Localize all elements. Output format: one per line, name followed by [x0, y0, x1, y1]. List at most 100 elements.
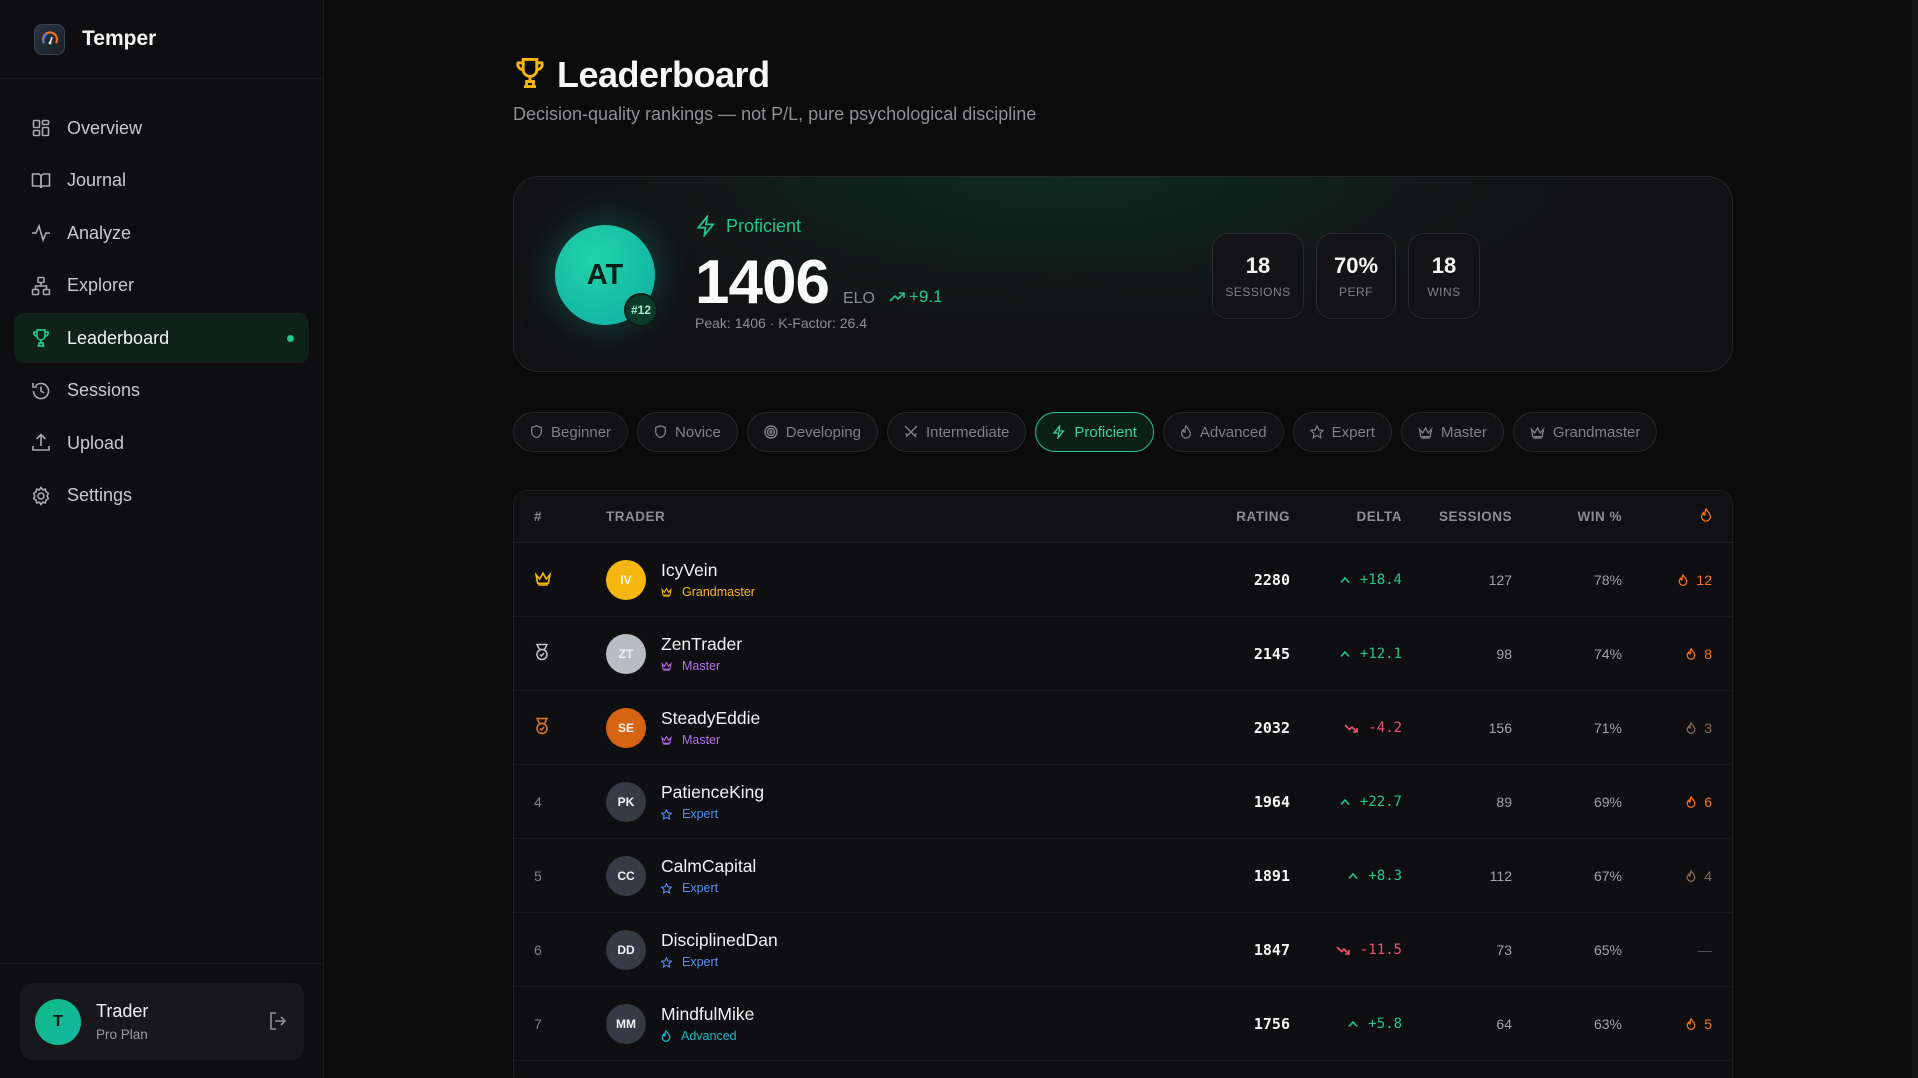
nav-label: Overview — [67, 117, 143, 138]
trending-down-icon — [1336, 945, 1355, 955]
trader-name[interactable]: PatienceKing — [661, 782, 764, 803]
avatar-cell: DD — [606, 913, 646, 986]
trader-cell: PatienceKing Expert — [661, 765, 764, 838]
trader-name[interactable]: CalmCapital — [661, 856, 756, 877]
page-scrollbar[interactable] — [1912, 0, 1918, 1078]
trader-tier: Advanced — [661, 1029, 737, 1043]
header-delta[interactable]: DELTA — [1357, 509, 1403, 524]
tier-chip-developing[interactable]: Developing — [746, 412, 878, 452]
win-rate-cell: 78% — [1593, 571, 1622, 588]
nav-item-sessions[interactable]: Sessions — [14, 366, 309, 416]
table-row[interactable]: 5 CC CalmCapital Expert 1891 +8.3 112 67… — [514, 839, 1732, 913]
page-title: Leaderboard — [557, 54, 770, 95]
streak-cell: 3 — [1686, 691, 1712, 764]
table-row[interactable]: 4 PK PatienceKing Expert 1964 +22.7 89 6… — [514, 765, 1732, 839]
avatar: DD — [606, 929, 646, 970]
table-row[interactable]: 7 MM MindfulMike Advanced 1756 +5.8 64 6… — [514, 987, 1732, 1061]
win-rate-cell: 67% — [1593, 867, 1622, 884]
avatar-cell: MM — [606, 987, 646, 1060]
trader-name[interactable]: ZenTrader — [661, 634, 742, 655]
logout-icon[interactable] — [268, 1011, 288, 1036]
delta-cell: -11.5 — [1336, 913, 1402, 986]
avatar: IV — [606, 559, 646, 600]
tier-chip-master[interactable]: Master — [1400, 412, 1504, 452]
trader-name[interactable]: SteadyEddie — [661, 708, 760, 729]
tier-label: Master — [682, 659, 721, 673]
table-row[interactable]: ZT ZenTrader Master 2145 +12.1 98 74% 8 — [514, 617, 1732, 691]
header-rating[interactable]: RATING — [1236, 509, 1290, 524]
sessions-cell: 89 — [1496, 793, 1512, 810]
rank-number: 5 — [534, 867, 542, 884]
history-icon — [30, 380, 52, 402]
brand[interactable]: Temper — [0, 0, 323, 79]
header-win-rate[interactable]: WIN % — [1578, 509, 1623, 524]
trader-cell: MindfulMike Advanced — [661, 987, 754, 1060]
header-rank[interactable]: # — [534, 509, 542, 524]
peak-info: Peak: 1406 · K-Factor: 26.4 — [695, 315, 867, 331]
delta-cell: +5.8 — [1348, 987, 1402, 1060]
star-icon — [1309, 425, 1324, 439]
user-card[interactable]: T Trader Pro Plan — [20, 983, 304, 1060]
delta-value: -11.5 — [1359, 941, 1402, 958]
rank-cell: 6 — [534, 913, 574, 986]
avatar: CC — [606, 855, 646, 896]
nav-item-overview[interactable]: Overview — [14, 103, 309, 153]
delta-value: +5.8 — [1368, 1015, 1402, 1032]
nav-item-upload[interactable]: Upload — [14, 418, 309, 468]
table-row[interactable]: 6 DD DisciplinedDan Expert 1847 -11.5 73… — [514, 913, 1732, 987]
tier-chip-beginner[interactable]: Beginner — [513, 412, 629, 452]
trader-tier: Expert — [661, 955, 718, 969]
star-icon — [661, 808, 677, 820]
nav-item-journal[interactable]: Journal — [14, 156, 309, 206]
avatar: T — [35, 998, 81, 1045]
stat-perf: 70% PERF — [1316, 233, 1396, 319]
stat-value: 70% — [1333, 253, 1379, 278]
crown-icon — [661, 587, 677, 597]
stat-value: 18 — [1431, 253, 1457, 278]
nav-item-settings[interactable]: Settings — [14, 471, 309, 521]
trader-name[interactable]: DisciplinedDan — [661, 930, 778, 951]
tier-chip-advanced[interactable]: Advanced — [1162, 412, 1284, 452]
nav-item-explorer[interactable]: Explorer — [14, 261, 309, 311]
delta-cell: -4.2 — [1344, 691, 1402, 764]
trader-tier: Expert — [661, 881, 718, 895]
header-trader[interactable]: TRADER — [606, 509, 665, 524]
rating-cell: 1964 — [1253, 792, 1290, 811]
table-row[interactable]: SE SteadyEddie Master 2032 -4.2 156 71% … — [514, 691, 1732, 765]
streak-value: — — [1698, 941, 1712, 958]
tier-name: Proficient — [726, 215, 802, 236]
flame-icon — [1180, 425, 1191, 439]
delta-cell: +22.7 — [1340, 765, 1402, 838]
arrow-up-icon — [1348, 872, 1363, 880]
rating-cell: 2145 — [1253, 644, 1290, 663]
book-icon — [30, 170, 52, 192]
trader-cell: IcyVein Grandmaster — [661, 543, 755, 616]
trader-name[interactable]: IcyVein — [661, 560, 717, 581]
rank-cell — [534, 617, 574, 690]
tier-chip-novice[interactable]: Novice — [637, 412, 738, 452]
streak-value: 8 — [1704, 645, 1712, 662]
chip-label: Proficient — [1074, 423, 1137, 441]
avatar: MM — [606, 1003, 646, 1044]
tier-chip-grandmaster[interactable]: Grandmaster — [1512, 412, 1658, 452]
tier-chip-proficient[interactable]: Proficient — [1035, 412, 1154, 452]
medal-silver-icon — [534, 643, 550, 664]
stat-wins: 18 WINS — [1408, 233, 1480, 319]
tier-chip-intermediate[interactable]: Intermediate — [886, 412, 1027, 452]
table-row[interactable]: IV IcyVein Grandmaster 2280 +18.4 127 78… — [514, 543, 1732, 617]
avatar: PK — [606, 781, 646, 822]
rank-number: 4 — [534, 793, 542, 810]
nav-item-leaderboard[interactable]: Leaderboard — [14, 313, 309, 363]
trader-name[interactable]: MindfulMike — [661, 1004, 754, 1025]
header-sessions[interactable]: SESSIONS — [1439, 509, 1512, 524]
tier-label: Expert — [682, 807, 719, 821]
streak-flame-icon[interactable] — [1700, 507, 1712, 525]
stat-label: WINS — [1427, 285, 1461, 299]
trader-tier: Grandmaster — [661, 585, 755, 599]
streak-cell: 5 — [1686, 987, 1712, 1060]
nav-item-analyze[interactable]: Analyze — [14, 208, 309, 258]
avatar-cell: SE — [606, 691, 646, 764]
tier-chip-expert[interactable]: Expert — [1292, 412, 1392, 452]
crown-icon — [661, 735, 677, 745]
active-indicator-dot — [287, 334, 294, 342]
